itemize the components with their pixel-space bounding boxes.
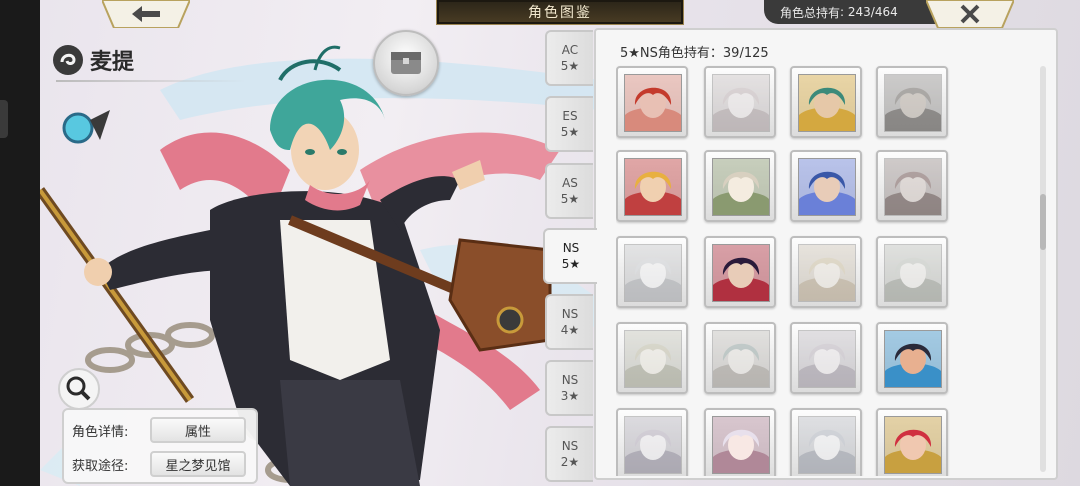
chest-box-button[interactable] — [373, 30, 439, 96]
holding-value: 243/464 — [847, 5, 898, 19]
device-edge — [0, 0, 40, 486]
character-card[interactable] — [790, 236, 862, 308]
scroll-thumb[interactable] — [1040, 194, 1046, 250]
total-holding-badge: 角色总持有: 243/464 — [764, 0, 944, 24]
character-card[interactable] — [704, 408, 776, 476]
character-portrait — [712, 158, 770, 216]
character-card[interactable] — [704, 66, 776, 138]
character-card[interactable] — [876, 66, 948, 138]
character-portrait — [624, 330, 682, 388]
character-portrait — [624, 416, 682, 474]
close-button[interactable] — [926, 0, 1014, 28]
character-portrait — [712, 244, 770, 302]
character-portrait — [624, 244, 682, 302]
character-portrait — [798, 416, 856, 474]
panel-heading: 5★NS角色持有：39/125 — [620, 42, 769, 61]
tab-ns-6[interactable]: NS 2★ — [545, 426, 593, 482]
page-title: 角色图鉴 — [436, 0, 684, 25]
name-underline — [56, 80, 246, 82]
character-card[interactable] — [616, 322, 688, 394]
character-portrait — [798, 158, 856, 216]
character-card[interactable] — [616, 150, 688, 222]
info-label: 角色详情: — [72, 424, 129, 440]
character-card[interactable] — [790, 66, 862, 138]
magnifier-icon — [66, 376, 91, 401]
tab-type: ES — [562, 109, 578, 123]
title-text: 角色图鉴 — [528, 5, 592, 21]
grid-scrollbar[interactable] — [1040, 66, 1046, 472]
character-card[interactable] — [876, 408, 948, 476]
info-row-source: 获取途径: 星之梦见馆 — [72, 450, 256, 478]
character-info-panel: 角色详情: 属性 获取途径: 星之梦见馆 — [62, 408, 258, 484]
character-card[interactable] — [704, 322, 776, 394]
attribute-button[interactable]: 属性 — [150, 417, 246, 443]
character-portrait — [712, 416, 770, 474]
character-card[interactable] — [876, 322, 948, 394]
character-portrait — [798, 330, 856, 388]
character-portrait — [884, 416, 942, 474]
tab-type: AS — [562, 176, 578, 190]
zoom-button[interactable] — [58, 368, 100, 410]
tab-type: NS — [561, 373, 579, 387]
character-portrait — [884, 158, 942, 216]
heading-prefix: 5★NS角色持有： — [620, 46, 723, 61]
info-row-details: 角色详情: 属性 — [72, 416, 256, 444]
back-button[interactable] — [102, 0, 190, 28]
tab-ns-5[interactable]: NS 3★ — [545, 360, 593, 416]
character-card[interactable] — [790, 150, 862, 222]
tab-stars: 2★ — [560, 455, 580, 469]
camera-notch — [0, 100, 8, 138]
character-portrait — [624, 158, 682, 216]
character-portrait — [884, 74, 942, 132]
chest-box-icon — [391, 52, 421, 74]
heading-value: 39/125 — [722, 46, 769, 61]
character-portrait — [798, 244, 856, 302]
character-portrait — [884, 330, 942, 388]
character-portrait — [712, 74, 770, 132]
tab-es-1[interactable]: ES 5★ — [545, 96, 593, 152]
character-card[interactable] — [616, 408, 688, 476]
character-portrait — [884, 244, 942, 302]
character-name-text: 麦提 — [90, 50, 135, 75]
rarity-tabs: AC 5★ ES 5★ AS 5★ NS 5★ NS 4★ NS 3★ NS 2★ — [543, 30, 597, 486]
character-card[interactable] — [790, 408, 862, 476]
character-card[interactable] — [616, 236, 688, 308]
tab-type: NS — [561, 439, 579, 453]
character-card[interactable] — [616, 66, 688, 138]
tab-ac-0[interactable]: AC 5★ — [545, 30, 593, 86]
character-portrait — [624, 74, 682, 132]
character-gallery-screen: 角色图鉴 角色总持有: 243/464 麦提 角色详情: 属性 获取途径: 星之… — [0, 0, 1080, 486]
tab-ns-3[interactable]: NS 5★ — [543, 228, 597, 284]
character-name: 麦提 — [52, 40, 242, 80]
tab-stars: 5★ — [560, 192, 580, 206]
element-swirl-icon — [53, 45, 83, 75]
tab-stars: 3★ — [560, 389, 580, 403]
character-grid — [616, 64, 1036, 476]
character-card[interactable] — [876, 236, 948, 308]
character-card[interactable] — [704, 236, 776, 308]
tab-stars: 4★ — [560, 323, 580, 337]
tab-type: NS — [561, 307, 579, 321]
tab-stars: 5★ — [560, 59, 580, 73]
tab-stars: 5★ — [561, 257, 581, 271]
source-button[interactable]: 星之梦见馆 — [150, 451, 246, 477]
info-label: 获取途径: — [72, 458, 129, 474]
tab-type: AC — [561, 43, 579, 57]
character-portrait — [798, 74, 856, 132]
character-card[interactable] — [876, 150, 948, 222]
character-portrait — [712, 330, 770, 388]
character-card[interactable] — [704, 150, 776, 222]
holding-label: 角色总持有 — [780, 5, 841, 20]
character-card[interactable] — [790, 322, 862, 394]
tab-as-2[interactable]: AS 5★ — [545, 163, 593, 219]
tab-ns-4[interactable]: NS 4★ — [545, 294, 593, 350]
tab-type: NS — [562, 241, 580, 255]
tab-stars: 5★ — [560, 125, 580, 139]
